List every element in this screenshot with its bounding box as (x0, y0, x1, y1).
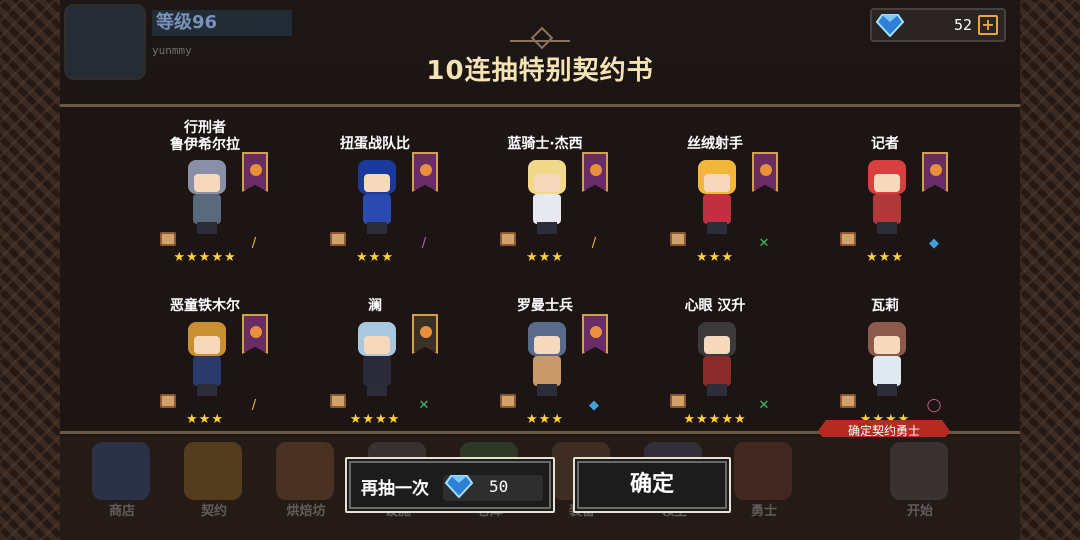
gem-count: 52 (953, 16, 972, 34)
hero-star-rating: ★★★ (526, 412, 564, 427)
nav-item[interactable]: 商店 (92, 500, 152, 519)
hero-sprite (520, 322, 574, 398)
hero-card[interactable]: 澜 ✕ ★★★★ (300, 282, 450, 432)
hero-card[interactable]: 行刑者 鲁伊希尔拉 / ★★★★★ (130, 120, 280, 270)
scroll-icon (840, 232, 856, 246)
hero-sprite (520, 160, 574, 236)
hero-star-rating: ★★★★★ (173, 250, 237, 265)
nav-item[interactable]: 烘焙坊 (276, 500, 336, 519)
gem-counter: 52 + (870, 8, 1006, 42)
hero-star-rating: ★★★★ (349, 412, 401, 427)
hero-star-rating: ★★★ (186, 412, 224, 427)
scroll-icon (500, 232, 516, 246)
nav-item[interactable]: 契约 (184, 500, 244, 519)
hero-card[interactable]: 瓦莉 ◯ ★★★★ (810, 282, 960, 432)
hero-name: 记者 (871, 136, 899, 152)
hero-sprite (180, 322, 234, 398)
scroll-icon (330, 394, 346, 408)
hero-name: 恶童铁木尔 (170, 298, 240, 314)
hero-name: 蓝骑士·杰西 (507, 136, 583, 152)
hero-sprite (690, 322, 744, 398)
nav-icon (734, 442, 792, 500)
hero-sprite (350, 160, 404, 236)
nav-icon (890, 442, 948, 500)
confirm-button[interactable]: 确定 (573, 457, 731, 513)
rank-banner-icon (242, 152, 268, 192)
scroll-icon (670, 394, 686, 408)
scroll-icon (160, 232, 176, 246)
nav-icon (184, 442, 242, 500)
hero-sprite (180, 160, 234, 236)
hero-name: 心眼 汉升 (684, 298, 746, 314)
hero-card[interactable]: 罗曼士兵 ◆ ★★★ (470, 282, 620, 432)
hero-star-rating: ★★★ (696, 250, 734, 265)
hero-name: 澜 (368, 298, 382, 314)
rank-banner-icon (752, 152, 778, 192)
hero-name: 行刑者 鲁伊希尔拉 (170, 120, 240, 153)
hero-sprite (860, 160, 914, 236)
rank-banner-icon (242, 314, 268, 354)
hero-sprite (350, 322, 404, 398)
hero-card[interactable]: 丝绒射手 ✕ ★★★ (640, 120, 790, 270)
nav-item[interactable]: 开始 (890, 500, 950, 519)
rank-banner-icon (922, 152, 948, 192)
draw-cost: 50 (489, 477, 509, 496)
hero-star-rating: ★★★ (356, 250, 394, 265)
hero-star-rating: ★★★ (866, 250, 904, 265)
hero-sprite (860, 322, 914, 398)
rank-banner-icon (412, 314, 438, 354)
hero-name: 瓦莉 (871, 298, 899, 314)
hero-card[interactable]: 蓝骑士·杰西 / ★★★ (470, 120, 620, 270)
hero-star-rating: ★★★ (526, 250, 564, 265)
scroll-icon (840, 394, 856, 408)
title-ornament (510, 28, 570, 42)
gem-icon (876, 14, 904, 37)
draw-again-button[interactable]: 再抽一次 50 (345, 457, 555, 513)
gem-icon (445, 475, 473, 498)
hero-card[interactable]: 心眼 汉升 ✕ ★★★★★ (640, 282, 790, 432)
nav-item[interactable]: 勇士 (734, 500, 794, 519)
add-gems-button[interactable]: + (978, 15, 998, 35)
page-title: 10连抽特别契约书 (426, 56, 654, 86)
scroll-icon (500, 394, 516, 408)
hero-name: 扭蛋战队比 (340, 136, 410, 152)
nav-icon (92, 442, 150, 500)
hero-card[interactable]: 恶童铁木尔 / ★★★ (130, 282, 280, 432)
nav-icon (276, 442, 334, 500)
hero-name: 罗曼士兵 (517, 298, 573, 314)
rank-banner-icon (582, 152, 608, 192)
rank-banner-icon (582, 314, 608, 354)
hero-name: 丝绒射手 (687, 136, 743, 152)
scroll-icon (330, 232, 346, 246)
hero-card[interactable]: 扭蛋战队比 / ★★★ (300, 120, 450, 270)
rank-banner-icon (412, 152, 438, 192)
hero-star-rating: ★★★★★ (683, 412, 747, 427)
player-level: 等级96 (152, 10, 292, 36)
hero-card[interactable]: 记者 ◆ ★★★ (810, 120, 960, 270)
scroll-icon (160, 394, 176, 408)
hero-sprite (690, 160, 744, 236)
draw-again-label: 再抽一次 (361, 479, 429, 499)
scroll-icon (670, 232, 686, 246)
